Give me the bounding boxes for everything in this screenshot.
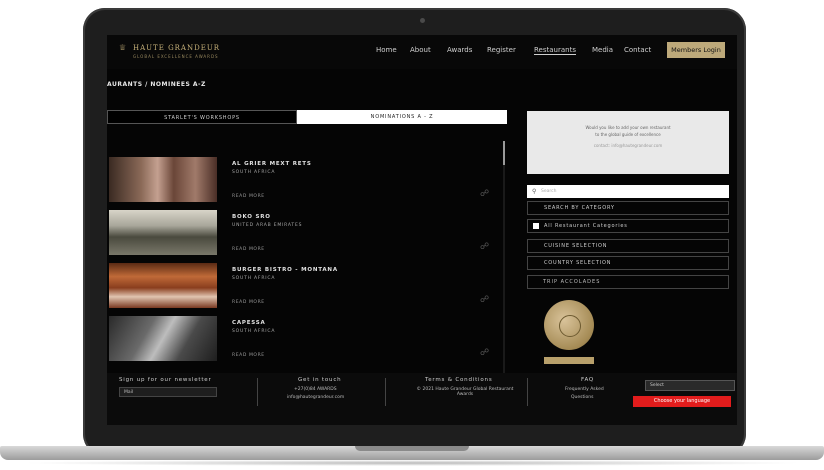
promo-line: to the global guide of excellence xyxy=(595,132,661,137)
newsletter-heading: Sign up for our newsletter xyxy=(119,377,212,383)
logo-title[interactable]: HAUTE GRANDEUR xyxy=(133,44,220,52)
webcam xyxy=(420,18,425,23)
restaurant-name[interactable]: CAPESSA xyxy=(232,320,266,326)
logo-subtitle: GLOBAL EXCELLENCE AWARDS xyxy=(133,54,219,59)
restaurant-country: SOUTH AFRICA xyxy=(232,170,276,175)
restaurant-name[interactable]: AL GRIER MEXT RETS xyxy=(232,161,312,167)
nav-awards[interactable]: Awards xyxy=(447,46,472,54)
list-scrollbar-thumb[interactable] xyxy=(503,141,505,165)
share-icon[interactable]: ☍ xyxy=(480,295,489,305)
footer-divider xyxy=(385,378,386,406)
checkbox[interactable] xyxy=(533,223,539,229)
read-more-link[interactable]: READ MORE xyxy=(232,194,265,199)
restaurant-name[interactable]: BOKO SRO xyxy=(232,214,271,220)
read-more-link[interactable]: READ MORE xyxy=(232,247,265,252)
logo-icon[interactable]: ♕ xyxy=(119,43,129,55)
tab-nominations[interactable]: NOMINATIONS A - Z xyxy=(297,110,507,124)
terms-heading[interactable]: Terms & Conditions xyxy=(425,377,493,383)
promo-line: contact: info@hautegrandeur.com xyxy=(593,143,663,148)
category-dropdown[interactable]: All Restaurant Categories xyxy=(527,219,729,233)
laptop-shadow xyxy=(20,460,804,466)
footer-divider xyxy=(257,378,258,406)
faq-text[interactable]: Frequently Asked xyxy=(565,387,604,392)
search-icon: ⚲ xyxy=(532,188,537,195)
navbar: ♕ HAUTE GRANDEUR GLOBAL EXCELLENCE AWARD… xyxy=(107,35,737,69)
newsletter-email-field[interactable]: Mail xyxy=(119,387,217,397)
contact-email[interactable]: info@hautegrandeur.com xyxy=(287,395,344,400)
search-input[interactable]: ⚲ Search xyxy=(527,185,729,198)
list-scrollbar[interactable] xyxy=(503,141,505,391)
choose-language-button[interactable]: Choose your language xyxy=(633,396,731,407)
restaurant-name[interactable]: BURGER BISTRO - MONTANA xyxy=(232,267,338,273)
restaurant-thumbnail[interactable] xyxy=(109,210,217,255)
website-screen: ♕ HAUTE GRANDEUR GLOBAL EXCELLENCE AWARD… xyxy=(107,35,737,425)
cuisine-selection[interactable]: CUISINE SELECTION xyxy=(527,239,729,253)
trip-accolades-heading: TRIP ACCOLADES xyxy=(527,275,729,289)
share-icon[interactable]: ☍ xyxy=(480,242,489,252)
restaurant-country: SOUTH AFRICA xyxy=(232,276,276,281)
members-login-button[interactable]: Members Login xyxy=(667,42,725,58)
search-by-category[interactable]: SEARCH BY CATEGORY xyxy=(527,201,729,215)
share-icon[interactable]: ☍ xyxy=(480,189,489,199)
contact-heading: Get in touch xyxy=(298,377,342,383)
country-selection[interactable]: COUNTRY SELECTION xyxy=(527,256,729,270)
list-item[interactable]: BURGER BISTRO - MONTANA SOUTH AFRICA REA… xyxy=(107,263,502,313)
read-more-link[interactable]: READ MORE xyxy=(232,353,265,358)
promo-box[interactable]: Would you like to add your own restauran… xyxy=(527,111,729,174)
nav-register[interactable]: Register xyxy=(487,46,516,54)
terms-text: © 2021 Haute Grandeur Global Restaurant … xyxy=(416,387,514,397)
list-item[interactable]: BOKO SRO UNITED ARAB EMIRATES READ MORE … xyxy=(107,210,502,260)
breadcrumb: AURANTS / NOMINEES A-Z xyxy=(107,81,206,88)
footer-divider xyxy=(527,378,528,406)
restaurant-country: UNITED ARAB EMIRATES xyxy=(232,223,303,228)
faq-text[interactable]: Questions xyxy=(571,395,593,400)
nav-about[interactable]: About xyxy=(410,46,431,54)
restaurant-thumbnail[interactable] xyxy=(109,157,217,202)
medal-ribbon xyxy=(544,357,594,364)
list-item[interactable]: CAPESSA SOUTH AFRICA READ MORE ☍ xyxy=(107,316,502,366)
laptop-notch xyxy=(355,446,469,451)
faq-heading[interactable]: FAQ xyxy=(581,377,594,383)
medal-emblem xyxy=(559,315,581,337)
nav-media[interactable]: Media xyxy=(592,46,613,54)
restaurant-country: SOUTH AFRICA xyxy=(232,329,276,334)
nav-home[interactable]: Home xyxy=(376,46,397,54)
tab-workshops[interactable]: STARLET'S WORKSHOPS xyxy=(107,110,297,124)
read-more-link[interactable]: READ MORE xyxy=(232,300,265,305)
category-label: All Restaurant Categories xyxy=(544,223,628,229)
restaurant-list: AL GRIER MEXT RETS SOUTH AFRICA READ MOR… xyxy=(107,153,502,403)
list-item[interactable]: AL GRIER MEXT RETS SOUTH AFRICA READ MOR… xyxy=(107,157,502,207)
language-select[interactable]: Select xyxy=(645,380,735,391)
nav-restaurants[interactable]: Restaurants xyxy=(534,46,576,55)
contact-phone[interactable]: +27(0)84 AWARDS xyxy=(294,387,337,392)
laptop-frame: ♕ HAUTE GRANDEUR GLOBAL EXCELLENCE AWARD… xyxy=(0,0,824,470)
restaurant-thumbnail[interactable] xyxy=(109,316,217,361)
footer: Sign up for our newsletter Mail Get in t… xyxy=(107,373,737,425)
restaurant-thumbnail[interactable] xyxy=(109,263,217,308)
promo-line: Would you like to add your own restauran… xyxy=(585,125,671,130)
nav-contact[interactable]: Contact xyxy=(624,46,651,54)
share-icon[interactable]: ☍ xyxy=(480,348,489,358)
search-placeholder: Search xyxy=(541,189,557,194)
